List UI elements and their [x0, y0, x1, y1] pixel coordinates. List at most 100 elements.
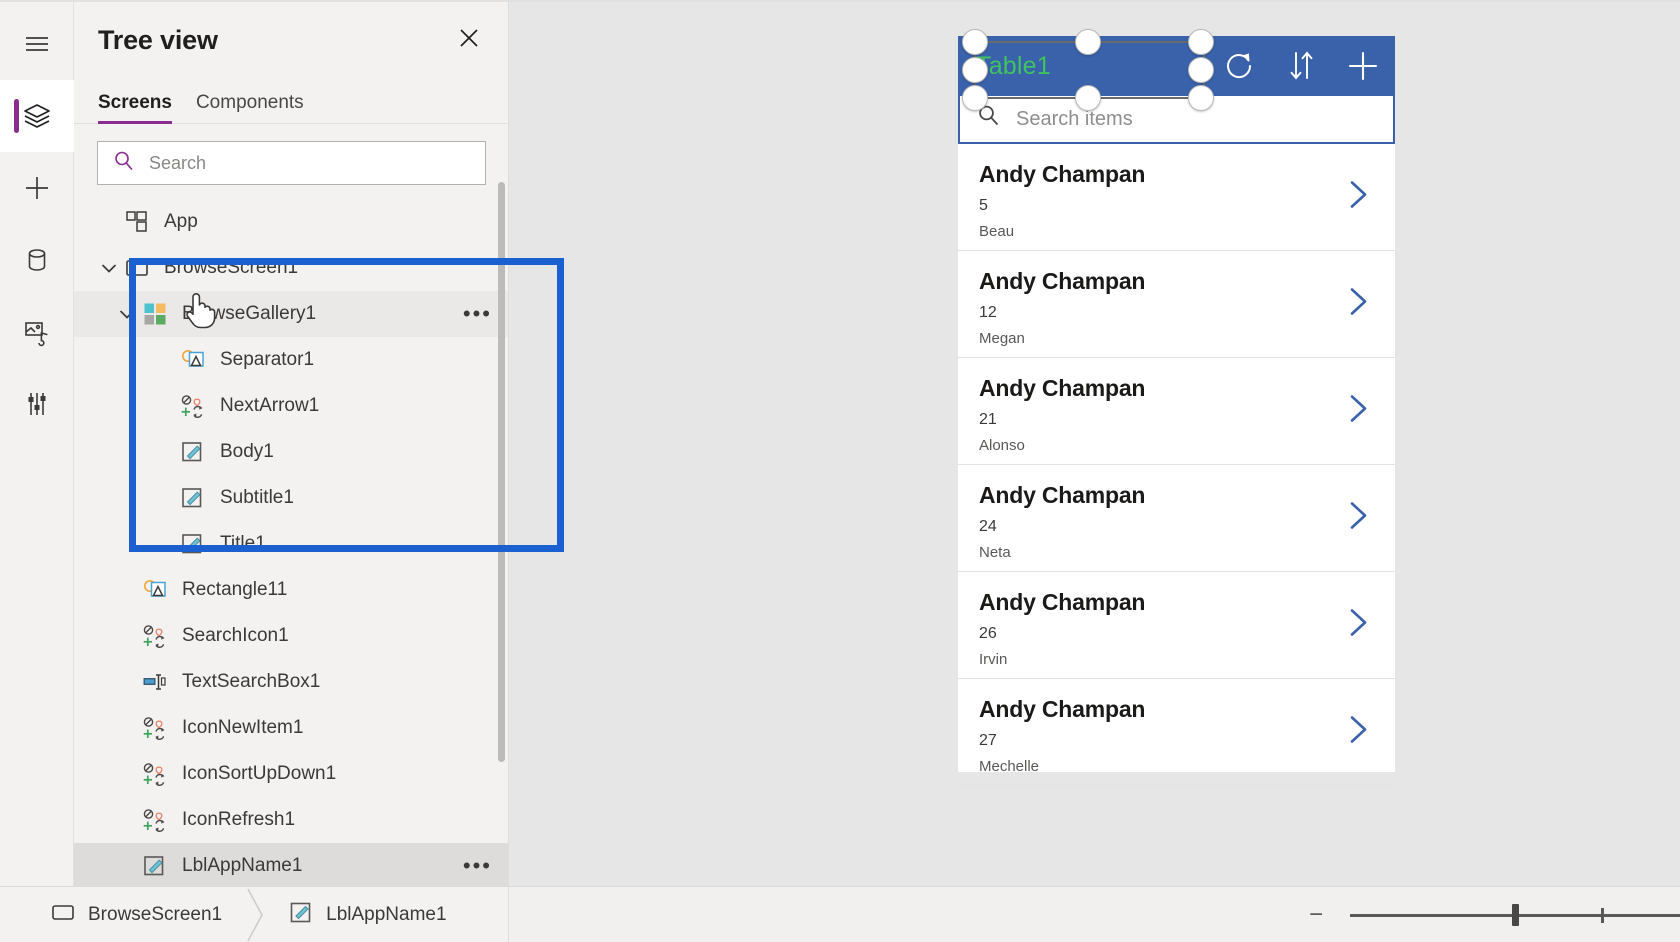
gallery-title-label: Table1 — [976, 51, 1051, 80]
tree-item-iconrefresh1[interactable]: IconRefresh1 — [74, 797, 508, 843]
shape-icon — [140, 577, 170, 603]
tree-item-list: App BrowseScreen1 BrowseGallery1 ••• Sepa… — [74, 199, 508, 886]
next-arrow-icon[interactable] — [1343, 390, 1373, 433]
gallery-item[interactable]: Andy Champan 24 Neta — [958, 465, 1395, 572]
tree-item-lblappname1[interactable]: LblAppName1 ••• — [74, 843, 508, 886]
tree-item-label: Body1 — [220, 441, 274, 462]
zoom-slider-thumb[interactable] — [1511, 903, 1519, 926]
label-icon — [178, 439, 208, 465]
sidebar-item-tree-view[interactable] — [0, 80, 74, 152]
layers-icon — [21, 100, 53, 132]
tab-screens[interactable]: Screens — [98, 92, 172, 124]
chevron-down-icon[interactable] — [96, 258, 122, 278]
gallery-item-subtitle: 5 — [979, 197, 988, 214]
tree-item-label: BrowseGallery1 — [182, 303, 317, 324]
sidebar-item-insert[interactable] — [0, 152, 74, 224]
search-input[interactable] — [149, 152, 471, 174]
gallery-item-subtitle: 21 — [979, 411, 997, 428]
breadcrumb-separator-icon — [242, 887, 268, 942]
breadcrumb-item-control[interactable]: LblAppName1 — [268, 887, 466, 942]
tree-item-label: Title1 — [220, 533, 266, 554]
zoom-slider-tick — [1600, 907, 1604, 923]
gallery-search-box[interactable]: Search items — [958, 96, 1395, 144]
bottom-status-bar: BrowseScreen1 LblAppName1 − — [0, 886, 1680, 942]
breadcrumb-control-label: LblAppName1 — [326, 903, 447, 925]
textinput-icon — [140, 669, 170, 695]
next-arrow-icon[interactable] — [1343, 497, 1373, 540]
window-top-border — [0, 0, 1680, 2]
shape-icon — [178, 347, 208, 373]
sidebar-item-media[interactable] — [0, 296, 74, 368]
breadcrumb: BrowseScreen1 LblAppName1 — [30, 887, 467, 942]
tree-view-panel: Tree view Screens Components Search App … — [74, 0, 564, 886]
gallery-item[interactable]: Andy Champan 21 Alonso — [958, 358, 1395, 465]
gallery-item[interactable]: Andy Champan 12 Megan — [958, 251, 1395, 358]
tree-item-textsearchbox1[interactable]: TextSearchBox1 — [74, 659, 508, 705]
tree-item-label: BrowseScreen1 — [164, 257, 299, 278]
chevron-down-icon[interactable] — [114, 304, 140, 324]
tree-item-browsescreen1[interactable]: BrowseScreen1 — [74, 245, 508, 291]
tree-item-subtitle1[interactable]: Subtitle1 — [74, 475, 508, 521]
tree-item-searchicon1[interactable]: SearchIcon1 — [74, 613, 508, 659]
zoom-slider[interactable] — [1350, 901, 1680, 929]
control-icon — [140, 807, 170, 833]
tree-item-overflow-menu[interactable]: ••• — [463, 303, 492, 325]
next-arrow-icon[interactable] — [1343, 283, 1373, 326]
tree-item-label: LblAppName1 — [182, 855, 303, 876]
tree-item-app[interactable]: App — [74, 199, 508, 245]
plus-icon — [21, 172, 53, 204]
app-icon — [122, 209, 152, 235]
search-box[interactable] — [97, 141, 486, 185]
tree-item-label: IconNewItem1 — [182, 717, 304, 738]
tree-item-label: IconRefresh1 — [182, 809, 296, 830]
control-icon — [140, 623, 170, 649]
tree-panel-scrollbar[interactable] — [498, 182, 505, 762]
search-icon — [976, 103, 1002, 135]
phone-screen-preview: Table1 Search items Andy Champan 5 Beau … — [958, 36, 1395, 786]
breadcrumb-item-screen[interactable]: BrowseScreen1 — [30, 887, 242, 942]
tree-view-tabs: Screens Components — [74, 80, 508, 124]
tree-item-browsegallery1[interactable]: BrowseGallery1 ••• — [74, 291, 508, 337]
sidebar-item-data[interactable] — [0, 224, 74, 296]
tree-item-label: App — [164, 211, 198, 232]
tree-item-separator1[interactable]: Separator1 — [74, 337, 508, 383]
tree-item-overflow-menu[interactable]: ••• — [463, 855, 492, 877]
tree-search-wrap — [74, 124, 508, 199]
tree-item-rectangle11[interactable]: Rectangle11 — [74, 567, 508, 613]
gallery-icon — [140, 301, 170, 327]
tree-item-label: IconSortUpDown1 — [182, 763, 337, 784]
gallery-item-list: Andy Champan 5 Beau Andy Champan 12 Megan An… — [958, 144, 1395, 786]
zoom-control: − — [1302, 901, 1680, 929]
zoom-out-button[interactable]: − — [1302, 901, 1330, 929]
gallery-item-subtitle: 26 — [979, 625, 997, 642]
tab-components[interactable]: Components — [196, 92, 304, 123]
tree-item-body1[interactable]: Body1 — [74, 429, 508, 475]
gallery-item-title: Andy Champan — [979, 161, 1146, 187]
tree-view-header: Tree view — [74, 0, 508, 80]
close-button[interactable] — [452, 23, 486, 57]
main-body: Tree view Screens Components Search App … — [0, 0, 1680, 886]
tree-item-iconnewitem1[interactable]: IconNewItem1 — [74, 705, 508, 751]
tree-item-nextarrow1[interactable]: NextArrow1 — [74, 383, 508, 429]
gallery-item-title: Andy Champan — [979, 696, 1146, 722]
next-arrow-icon[interactable] — [1343, 176, 1373, 219]
gallery-item-body: Mechelle — [979, 758, 1040, 775]
sidebar-item-variables[interactable] — [0, 368, 74, 440]
gallery-item-body: Megan — [979, 330, 1025, 347]
gallery-item-subtitle: 27 — [979, 732, 997, 749]
tree-item-label: TextSearchBox1 — [182, 671, 321, 692]
next-arrow-icon[interactable] — [1343, 604, 1373, 647]
screen-icon — [50, 899, 76, 931]
refresh-icon[interactable] — [1223, 49, 1257, 83]
next-arrow-icon[interactable] — [1343, 711, 1373, 754]
menu-button[interactable] — [0, 8, 74, 80]
sort-icon[interactable] — [1286, 49, 1316, 83]
gallery-item[interactable]: Andy Champan 26 Irvin — [958, 572, 1395, 679]
add-icon[interactable] — [1345, 48, 1381, 84]
tree-item-title1[interactable]: Title1 — [74, 521, 508, 567]
gallery-item[interactable]: Andy Champan 27 Mechelle — [958, 679, 1395, 786]
gallery-item[interactable]: Andy Champan 5 Beau — [958, 144, 1395, 251]
gallery-item-body: Alonso — [979, 437, 1025, 454]
tree-item-label: Rectangle11 — [182, 579, 288, 600]
tree-item-iconsortupdown1[interactable]: IconSortUpDown1 — [74, 751, 508, 797]
